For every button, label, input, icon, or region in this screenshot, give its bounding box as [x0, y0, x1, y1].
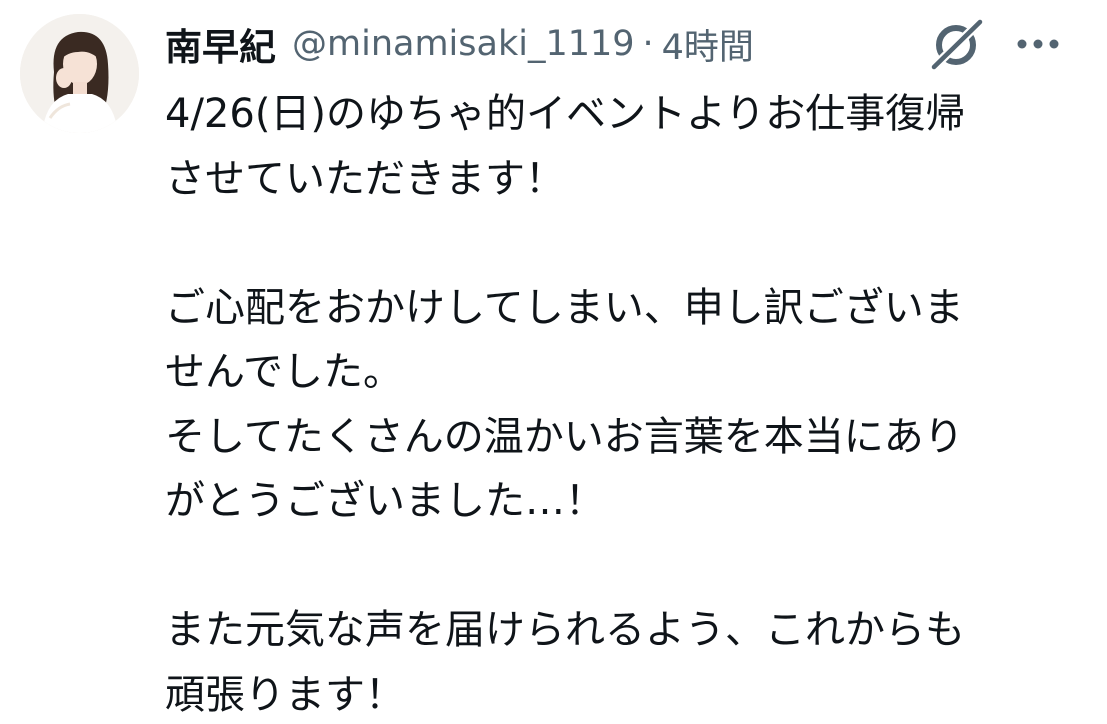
timestamp[interactable]: 4時間 [662, 19, 754, 70]
tweet-paragraph: ご心配をおかけしてしまい、申し訳ございま せんでした。 そしてたくさんの温かいお… [165, 276, 1085, 534]
grok-icon [928, 16, 986, 73]
separator-dot: · [642, 24, 654, 64]
tweet-line: 頑張ります！ [165, 671, 405, 718]
user-handle[interactable]: @minamisaki_1119 [292, 24, 635, 64]
tweet-header: 南早紀 @minamisaki_1119 · 4時間 [165, 14, 754, 74]
display-name[interactable]: 南早紀 [165, 17, 276, 71]
tweet-line: がとうございました…！ [165, 478, 605, 524]
tweet-line: させていただきます！ [165, 155, 565, 202]
tweet-paragraph: 4/26(日)のゆちゃ的イベントよりお仕事復帰 させていただきます！ [165, 82, 1085, 211]
tweet-line: また元気な声を届けられるよう、これからも [165, 607, 965, 653]
profile-photo [20, 14, 139, 133]
avatar[interactable] [20, 14, 139, 133]
tweet-paragraph: また元気な声を届けられるよう、これからも 頑張ります！ [165, 598, 1085, 724]
tweet-line: 4/26(日)のゆちゃ的イベントよりお仕事復帰 [165, 91, 966, 137]
grok-button[interactable] [928, 16, 986, 73]
tweet: 南早紀 @minamisaki_1119 · 4時間 4/26(日)のゆちゃ的イ… [0, 0, 1107, 724]
more-options-button[interactable] [1012, 28, 1064, 60]
tweet-text: 4/26(日)のゆちゃ的イベントよりお仕事復帰 させていただきます！ ご心配をお… [165, 82, 1085, 724]
tweet-line: せんでした。 [165, 349, 403, 395]
tweet-line: そしてたくさんの温かいお言葉を本当にあり [165, 413, 964, 460]
more-horizontal-icon [1017, 39, 1059, 49]
tweet-line: ご心配をおかけしてしまい、申し訳ございま [165, 284, 964, 331]
